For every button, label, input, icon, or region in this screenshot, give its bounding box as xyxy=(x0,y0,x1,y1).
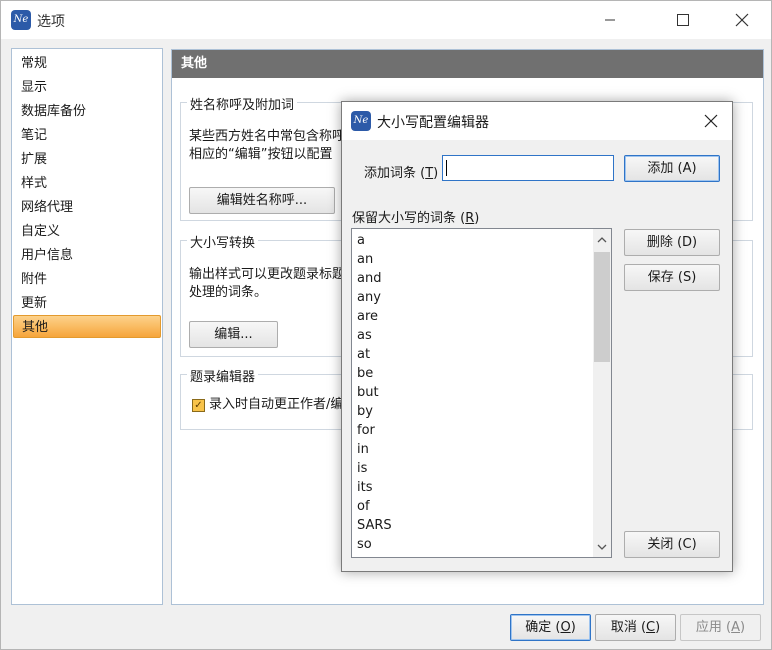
list-item[interactable]: at xyxy=(357,345,370,364)
ok-button-key: O xyxy=(560,620,571,635)
dialog-titlebar: Ne 大小写配置编辑器 xyxy=(342,102,732,140)
group-description: 某些西方姓名中常包含称呼 xyxy=(189,129,346,144)
category-nav: 常规 显示 数据库备份 笔记 扩展 样式 网络代理 自定义 用户信息 附件 更新… xyxy=(11,48,163,605)
scroll-up-button[interactable] xyxy=(593,231,611,249)
autocorrect-checkbox-label: 录入时自动更正作者/编 xyxy=(209,397,344,412)
panel-header: 其他 xyxy=(172,50,763,78)
list-item[interactable]: and xyxy=(357,269,381,288)
dialog-title: 大小写配置编辑器 xyxy=(377,115,489,131)
chevron-down-icon xyxy=(597,544,607,550)
list-item[interactable]: for xyxy=(357,421,375,440)
dialog-close-button[interactable] xyxy=(692,102,730,140)
preserved-terms-list[interactable]: a an and any are as at be but by for in … xyxy=(351,228,612,558)
window-title: 选项 xyxy=(37,14,65,30)
nav-item-backup[interactable]: 数据库备份 xyxy=(13,100,161,123)
list-item[interactable]: its xyxy=(357,478,372,497)
nav-item-notes[interactable]: 笔记 xyxy=(13,124,161,147)
group-title: 题录编辑器 xyxy=(187,366,259,385)
nav-item-display[interactable]: 显示 xyxy=(13,76,161,99)
window-titlebar: Ne 选项 xyxy=(1,1,771,39)
autocorrect-checkbox[interactable]: ✓ xyxy=(192,399,205,412)
maximize-icon xyxy=(677,14,689,26)
nav-item-styles[interactable]: 样式 xyxy=(13,172,161,195)
add-term-label-key: T xyxy=(425,166,434,181)
app-logo-icon: Ne xyxy=(11,10,31,30)
apply-button-end: ) xyxy=(740,620,746,635)
list-item[interactable]: is xyxy=(357,459,367,478)
ok-button-end: ) xyxy=(570,620,576,635)
window-close-button[interactable] xyxy=(719,1,765,39)
preserved-terms-label: 保留大小写的词条 (R) xyxy=(352,207,479,226)
ok-button-label: 确定 ( xyxy=(525,620,561,635)
list-scrollbar[interactable] xyxy=(593,229,611,557)
close-dialog-button[interactable]: 关闭 (C) xyxy=(624,531,720,558)
scroll-thumb[interactable] xyxy=(594,252,610,362)
scroll-down-button[interactable] xyxy=(593,538,611,556)
list-item[interactable]: as xyxy=(357,326,372,345)
group-title: 大小写转换 xyxy=(187,232,259,251)
nav-item-custom[interactable]: 自定义 xyxy=(13,220,161,243)
add-term-input[interactable] xyxy=(442,155,614,181)
list-item[interactable]: by xyxy=(357,402,373,421)
list-item[interactable]: but xyxy=(357,383,379,402)
edit-name-titles-button[interactable]: 编辑姓名称呼... xyxy=(189,187,335,214)
list-item[interactable]: a xyxy=(357,231,365,250)
close-icon xyxy=(704,114,718,128)
delete-term-button[interactable]: 删除 (D) xyxy=(624,229,720,256)
app-logo-icon: Ne xyxy=(351,111,371,131)
preserved-terms-label-text: 保留大小写的词条 ( xyxy=(352,211,466,226)
minimize-button[interactable] xyxy=(587,1,633,39)
save-terms-button[interactable]: 保存 (S) xyxy=(624,264,720,291)
preserved-terms-label-key: R xyxy=(465,211,475,226)
text-caret xyxy=(446,160,447,176)
group-description: 处理的词条。 xyxy=(189,285,268,300)
edit-case-button[interactable]: 编辑... xyxy=(189,321,278,348)
list-item[interactable]: SARS xyxy=(357,516,392,535)
add-term-label-end: ) xyxy=(433,166,439,181)
list-item[interactable]: of xyxy=(357,497,370,516)
cancel-button[interactable]: 取消 (C) xyxy=(595,614,676,641)
add-term-label-text: 添加词条 ( xyxy=(364,166,426,181)
case-editor-dialog: Ne 大小写配置编辑器 添加词条 (T) 添加 (A) 保留大小写的词条 (R)… xyxy=(341,101,733,572)
nav-item-general[interactable]: 常规 xyxy=(13,52,161,75)
list-item[interactable]: are xyxy=(357,307,378,326)
group-description: 输出样式可以更改题录标题 xyxy=(189,267,346,282)
list-item[interactable]: be xyxy=(357,364,373,383)
cancel-button-key: C xyxy=(646,620,656,635)
cancel-button-label: 取消 ( xyxy=(610,620,647,635)
list-item[interactable]: any xyxy=(357,288,381,307)
nav-item-updates[interactable]: 更新 xyxy=(13,292,161,315)
apply-button-label: 应用 ( xyxy=(695,620,732,635)
nav-item-attachments[interactable]: 附件 xyxy=(13,268,161,291)
group-description: 相应的“编辑”按钮以配置 xyxy=(189,147,333,162)
minimize-icon xyxy=(605,19,615,21)
nav-item-extensions[interactable]: 扩展 xyxy=(13,148,161,171)
apply-button[interactable]: 应用 (A) xyxy=(680,614,761,641)
add-term-button[interactable]: 添加 (A) xyxy=(624,155,720,182)
group-title: 姓名称呼及附加词 xyxy=(187,94,298,113)
nav-item-proxy[interactable]: 网络代理 xyxy=(13,196,161,219)
list-item[interactable]: in xyxy=(357,440,369,459)
nav-item-other[interactable]: 其他 xyxy=(13,315,161,338)
chevron-up-icon xyxy=(597,237,607,243)
apply-button-key: A xyxy=(731,620,741,635)
add-term-label: 添加词条 (T) xyxy=(364,162,438,181)
cancel-button-end: ) xyxy=(655,620,661,635)
maximize-button[interactable] xyxy=(660,1,706,39)
close-icon xyxy=(735,13,749,27)
list-item[interactable]: so xyxy=(357,535,372,554)
preserved-terms-label-end: ) xyxy=(474,211,480,226)
ok-button[interactable]: 确定 (O) xyxy=(510,614,591,641)
list-item[interactable]: an xyxy=(357,250,373,269)
nav-item-user-info[interactable]: 用户信息 xyxy=(13,244,161,267)
